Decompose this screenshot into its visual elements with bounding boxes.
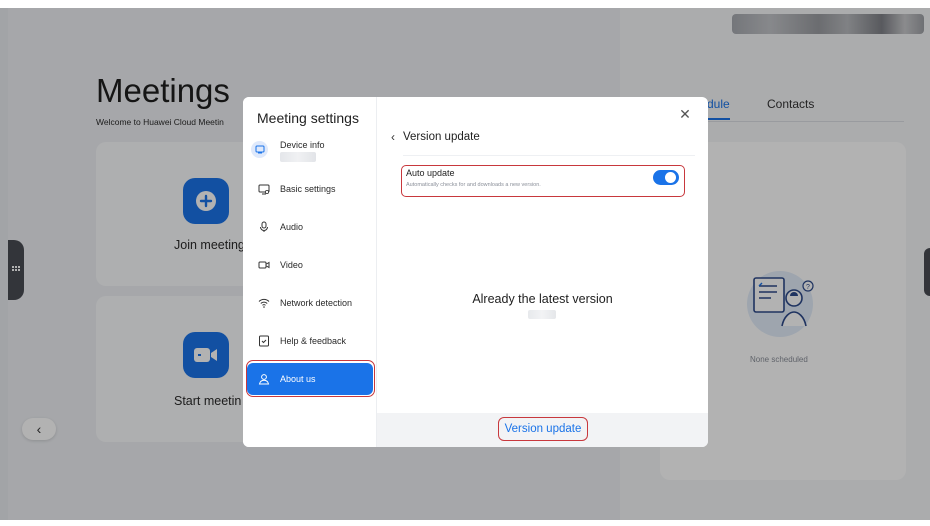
basic-settings-icon [257, 182, 271, 196]
close-icon: ✕ [679, 106, 691, 122]
content-divider [403, 155, 695, 156]
nav-label-video: Video [280, 260, 303, 270]
auto-update-row: Auto update Automatically checks for and… [401, 165, 685, 197]
frame-top [0, 0, 930, 8]
help-feedback-icon [257, 334, 271, 348]
nav-item-help-feedback[interactable]: Help & feedback [247, 325, 373, 357]
settings-title: Meeting settings [257, 110, 359, 126]
nav-item-audio[interactable]: Audio [247, 211, 373, 243]
settings-nav: Meeting settings Device info Basic setti… [243, 97, 377, 447]
version-number-redacted [528, 310, 556, 319]
frame-bottom [0, 520, 930, 526]
device-icon [251, 141, 268, 158]
nav-label-basic-settings: Basic settings [280, 184, 336, 194]
back-chevron-icon[interactable]: ‹ [391, 130, 395, 144]
device-info-label[interactable]: Device info [280, 140, 325, 150]
screen: Meetings Welcome to Huawei Cloud Meetin … [0, 0, 930, 526]
nav-item-video[interactable]: Video [247, 249, 373, 281]
auto-update-toggle[interactable] [653, 170, 679, 185]
meeting-settings-dialog: Meeting settings Device info Basic setti… [243, 97, 708, 447]
about-us-highlight [246, 360, 375, 397]
nav-item-network-detection[interactable]: Network detection [247, 287, 373, 319]
content-title: Version update [403, 131, 480, 143]
device-name-redacted [280, 152, 316, 162]
auto-update-label: Auto update [406, 168, 455, 178]
nav-item-basic-settings[interactable]: Basic settings [247, 173, 373, 205]
dialog-footer: Version update [377, 413, 708, 447]
version-update-button[interactable]: Version update [498, 417, 588, 441]
close-button[interactable]: ✕ [677, 106, 693, 122]
nav-label-audio: Audio [280, 222, 304, 232]
auto-update-description: Automatically checks for and downloads a… [406, 182, 541, 188]
toggle-knob [665, 172, 676, 183]
microphone-icon [257, 220, 271, 234]
nav-label-help-feedback: Help & feedback [280, 336, 347, 346]
nav-label-network-detection: Network detection [280, 298, 353, 308]
version-status: Already the latest version [472, 292, 613, 306]
version-update-panel: ✕ ‹ Version update Auto update Automatic… [377, 97, 708, 447]
video-camera-icon [257, 258, 271, 272]
wifi-icon [257, 296, 271, 310]
